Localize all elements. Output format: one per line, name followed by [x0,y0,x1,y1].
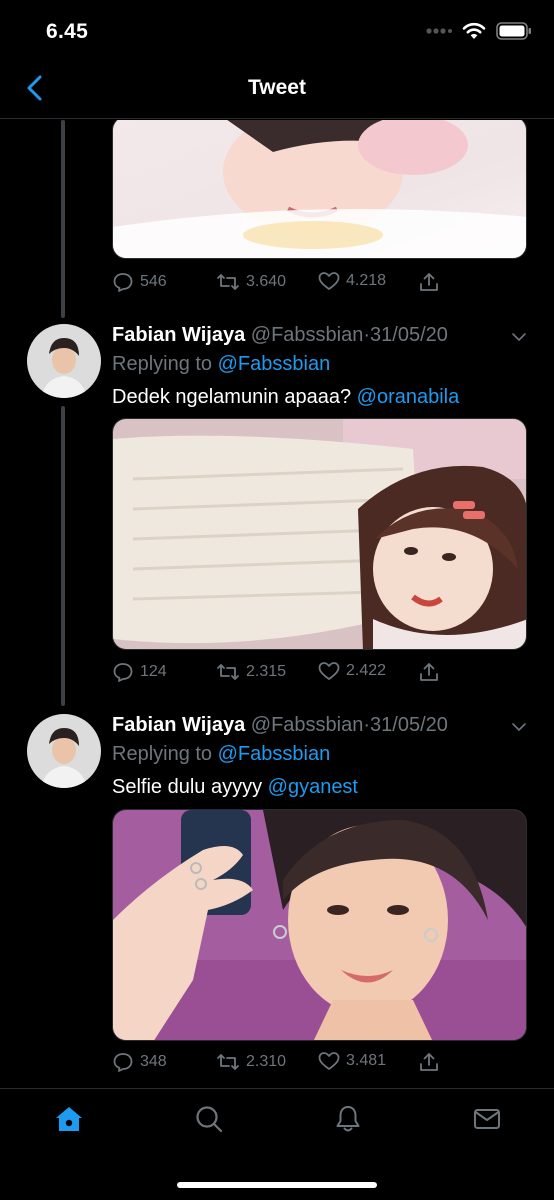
like-icon [318,271,340,291]
reply-count: 124 [140,663,167,680]
tweet-body: Selfie dulu ayyyy [112,776,263,798]
tweet-date: 31/05/20 [370,714,448,736]
tweet-date: 31/05/20 [370,324,448,346]
retweet-count: 2.310 [246,1053,287,1070]
page-title: Tweet [248,76,306,99]
tweet-mention[interactable]: @gyanest [268,776,358,798]
author-handle[interactable]: @Fabssbian [251,324,364,346]
like-icon [318,661,340,681]
like-count: 3.481 [346,1052,387,1069]
share-icon [418,661,440,683]
status-bar: 6.45 [0,0,554,66]
replying-to: Replying to @Fabssbian [112,353,330,376]
reply-icon [112,271,134,293]
home-indicator[interactable] [177,1182,377,1188]
like-count: 4.218 [346,272,387,289]
signal-icon [426,24,452,43]
replying-to: Replying to @Fabssbian [112,743,330,766]
retweet-button[interactable]: 3.640 [216,271,286,293]
nav-bar: Tweet [0,66,554,119]
share-button[interactable] [418,1051,440,1073]
tweet-media-photo[interactable] [112,120,527,259]
reply-button[interactable]: 348 [112,1051,167,1073]
tweet-media-photo[interactable] [112,809,527,1041]
tab-notifications[interactable] [330,1103,366,1139]
author-handle[interactable]: @Fabssbian [251,714,364,736]
messages-icon [472,1104,502,1139]
share-button[interactable] [418,661,440,683]
tweet-actions: 348 2.310 3.481 [112,1051,452,1079]
tweet[interactable]: Fabian Wijaya @Fabssbian·31/05/20 Replyi… [0,318,554,708]
replying-to-label: Replying to [112,743,213,765]
replying-to-handle[interactable]: @Fabssbian [218,743,331,765]
tweet-options-button[interactable] [508,326,530,348]
share-button[interactable] [418,271,440,293]
tab-messages[interactable] [469,1103,505,1139]
chevron-down-icon [508,333,530,352]
reply-count: 348 [140,1053,167,1070]
notifications-icon [333,1104,363,1139]
like-count: 2.422 [346,662,387,679]
chevron-down-icon [508,723,530,742]
reply-icon [112,1051,134,1073]
wifi-icon [462,22,486,45]
retweet-button[interactable]: 2.310 [216,1051,286,1073]
tweet-media-photo[interactable] [112,418,527,650]
status-icons [426,22,532,45]
retweet-button[interactable]: 2.315 [216,661,286,683]
tweet-actions: 124 2.315 2.422 [112,661,452,689]
like-button[interactable]: 4.218 [318,271,386,291]
tweet[interactable]: 546 3.640 4.218 [0,120,554,310]
retweet-icon [216,1051,240,1073]
author-name[interactable]: Fabian Wijaya [112,324,245,346]
retweet-count: 3.640 [246,273,287,290]
share-icon [418,1051,440,1073]
reply-count: 546 [140,273,167,290]
tweet-options-button[interactable] [508,716,530,738]
search-icon [194,1104,224,1139]
share-icon [418,271,440,293]
retweet-icon [216,661,240,683]
tweet-thread: 546 3.640 4.218 Fabian Wijaya @Fabssbian… [0,120,554,1088]
tab-home[interactable] [51,1103,87,1139]
avatar[interactable] [27,714,101,788]
replying-to-handle[interactable]: @Fabssbian [218,353,331,375]
reply-icon [112,661,134,683]
retweet-count: 2.315 [246,663,287,680]
reply-button[interactable]: 546 [112,271,167,293]
like-icon [318,1051,340,1071]
status-time: 6.45 [46,20,89,43]
tweet-text: Selfie dulu ayyyy @gyanest [112,776,358,799]
like-button[interactable]: 3.481 [318,1051,386,1071]
tweet-text: Dedek ngelamunin apaaa? @oranabila [112,386,459,409]
tweet-actions: 546 3.640 4.218 [112,271,452,299]
replying-to-label: Replying to [112,353,213,375]
avatar[interactable] [27,324,101,398]
battery-icon [496,22,532,45]
tab-search[interactable] [191,1103,227,1139]
tweet-header: Fabian Wijaya @Fabssbian·31/05/20 [112,714,448,736]
tweet-mention[interactable]: @oranabila [357,386,460,408]
reply-button[interactable]: 124 [112,661,167,683]
retweet-icon [216,271,240,293]
tweet[interactable]: Fabian Wijaya @Fabssbian·31/05/20 Replyi… [0,708,554,1088]
like-button[interactable]: 2.422 [318,661,386,681]
author-name[interactable]: Fabian Wijaya [112,714,245,736]
tweet-body: Dedek ngelamunin apaaa? [112,386,352,408]
tweet-header: Fabian Wijaya @Fabssbian·31/05/20 [112,324,448,346]
home-icon [54,1104,84,1139]
